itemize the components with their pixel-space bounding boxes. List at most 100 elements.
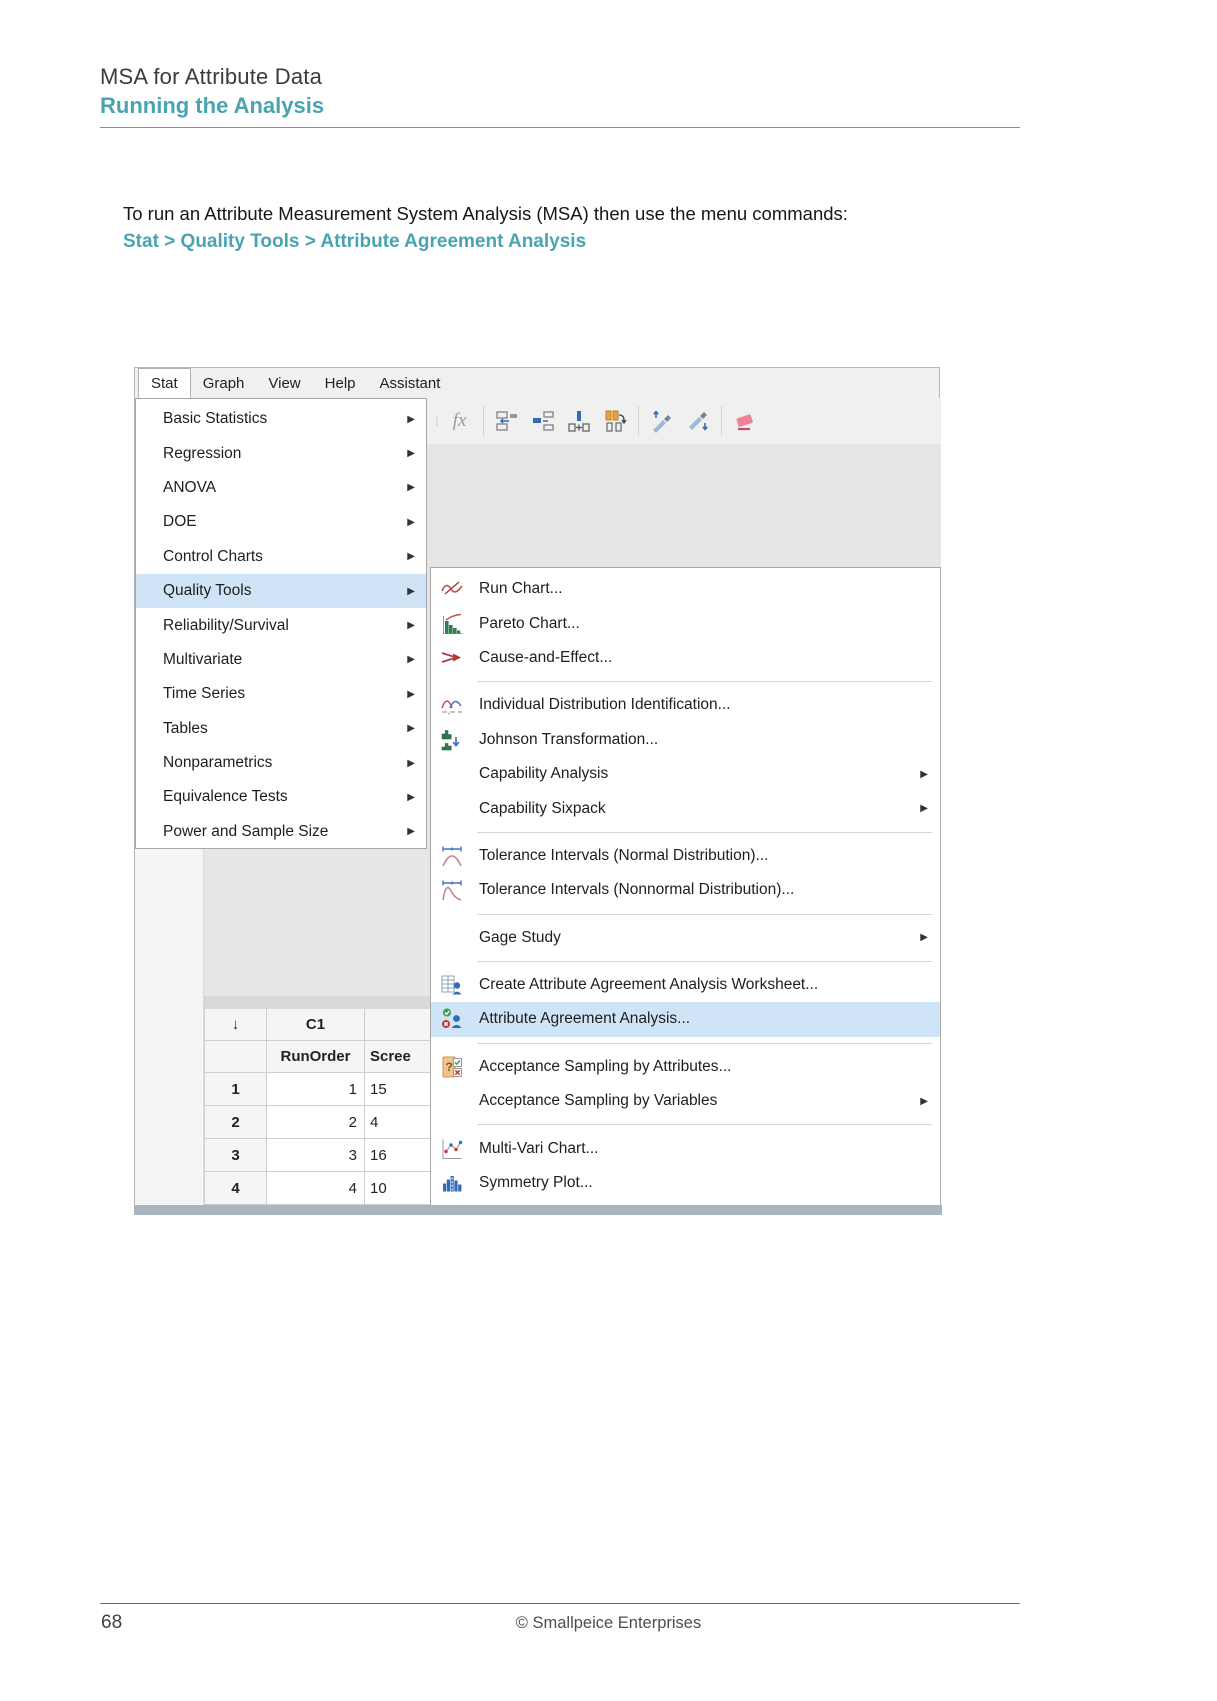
submenu-arrow-icon: ▶ — [407, 620, 415, 632]
pareto-chart-icon — [439, 611, 465, 636]
stat-menu-item-basic-statistics[interactable]: Basic Statistics ▶ — [136, 402, 426, 436]
menu-help[interactable]: Help — [313, 368, 368, 398]
individual-distribution-icon — [439, 693, 465, 718]
toolbar: ⁞ fx — [427, 398, 941, 444]
row-number[interactable]: 4 — [204, 1172, 267, 1205]
menu-item-multi-vari-chart[interactable]: Multi-Vari Chart... — [431, 1131, 940, 1165]
menu-item-symmetry-plot[interactable]: Symmetry Plot... — [431, 1166, 940, 1200]
stat-dropdown-menu: Basic Statistics ▶ Regression ▶ ANOVA ▶ DOE… — [135, 398, 427, 849]
stat-menu-item-time-series[interactable]: Time Series ▶ — [136, 677, 426, 711]
attribute-agreement-icon — [439, 1007, 465, 1032]
menu-separator — [477, 1124, 932, 1126]
cell-runorder[interactable]: 3 — [267, 1139, 365, 1172]
menu-view[interactable]: View — [256, 368, 312, 398]
stat-menu-item-tables[interactable]: Tables ▶ — [136, 712, 426, 746]
worksheet-top-band — [204, 996, 445, 1009]
tolerance-intervals-normal-icon — [439, 843, 465, 868]
recode-columns-icon[interactable] — [494, 408, 520, 434]
stat-menu-item-doe[interactable]: DOE ▶ — [136, 505, 426, 539]
submenu-arrow-icon: ▶ — [407, 482, 415, 494]
row-number[interactable]: 2 — [204, 1106, 267, 1139]
table-row: 4 4 10 — [204, 1172, 445, 1205]
menu-item-cause-and-effect[interactable]: Cause-and-Effect... — [431, 641, 940, 675]
format-brush-up-icon[interactable] — [649, 408, 675, 434]
menu-item-run-chart[interactable]: Run Chart... — [431, 572, 940, 606]
menu-item-create-attribute-agreement-analysis-worksheet[interactable]: Create Attribute Agreement Analysis Work… — [431, 968, 940, 1002]
submenu-arrow-icon: ▶ — [407, 448, 415, 460]
cell-runorder[interactable]: 2 — [267, 1106, 365, 1139]
function-fx-icon[interactable]: fx — [447, 408, 473, 434]
menu-graph[interactable]: Graph — [191, 368, 257, 398]
worksheet-data: 1 1 15 2 2 4 3 3 16 4 4 10 — [204, 1073, 445, 1205]
stat-menu-item-nonparametrics[interactable]: Nonparametrics ▶ — [136, 746, 426, 780]
stat-menu-item-multivariate[interactable]: Multivariate ▶ — [136, 643, 426, 677]
menu-item-capability-analysis[interactable]: Capability Analysis ▶ — [431, 757, 940, 791]
screenshot-bottom-strip — [134, 1205, 942, 1215]
menu-separator — [477, 913, 932, 915]
table-row: 1 1 15 — [204, 1073, 445, 1106]
eraser-icon[interactable] — [732, 408, 758, 434]
insert-column-icon[interactable] — [566, 408, 592, 434]
worksheet-pointer-cell[interactable]: ↓ — [204, 1009, 267, 1041]
menu-item-acceptance-sampling-by-variables[interactable]: Acceptance Sampling by Variables ▶ — [431, 1084, 940, 1118]
submenu-arrow-icon: ▶ — [920, 768, 928, 780]
toolbar-separator — [720, 406, 722, 436]
row-number[interactable]: 3 — [204, 1139, 267, 1172]
submenu-arrow-icon: ▶ — [920, 932, 928, 944]
acceptance-sampling-attributes-icon: ? — [439, 1054, 465, 1079]
column-id-c1[interactable]: C1 — [267, 1009, 365, 1041]
menu-item-attribute-agreement-analysis[interactable]: Attribute Agreement Analysis... — [431, 1002, 940, 1037]
submenu-arrow-icon: ▶ — [407, 413, 415, 425]
menu-item-capability-sixpack[interactable]: Capability Sixpack ▶ — [431, 791, 940, 825]
menu-separator — [477, 681, 932, 683]
menu-stat[interactable]: Stat — [138, 368, 191, 398]
menu-separator — [477, 1042, 932, 1044]
cause-and-effect-icon — [439, 645, 465, 670]
format-brush-down-icon[interactable] — [685, 408, 711, 434]
worksheet: ↓ C1 RunOrder Scree 1 1 15 2 2 4 3 3 16 … — [204, 996, 445, 1205]
menu-item-tolerance-intervals-nonnormal[interactable]: Tolerance Intervals (Nonnormal Distribut… — [431, 873, 940, 907]
menu-bar: Stat Graph View Help Assistant — [135, 368, 939, 398]
table-row: 2 2 4 — [204, 1106, 445, 1139]
submenu-arrow-icon: ▶ — [407, 654, 415, 666]
submenu-arrow-icon: ▶ — [407, 516, 415, 528]
cell-runorder[interactable]: 1 — [267, 1073, 365, 1106]
column-name-runorder[interactable]: RunOrder — [267, 1041, 365, 1073]
table-row: 3 3 16 — [204, 1139, 445, 1172]
submenu-arrow-icon: ▶ — [407, 585, 415, 597]
stat-menu-item-regression[interactable]: Regression ▶ — [136, 436, 426, 470]
toolbar-separator — [637, 406, 639, 436]
submenu-arrow-icon: ▶ — [407, 723, 415, 735]
cell-runorder[interactable]: 4 — [267, 1172, 365, 1205]
page-subtitle: Running the Analysis — [100, 93, 325, 118]
menu-item-gage-study[interactable]: Gage Study ▶ — [431, 921, 940, 955]
worksheet-left-gutter — [135, 849, 204, 1206]
stat-menu-item-reliability-survival[interactable]: Reliability/Survival ▶ — [136, 608, 426, 642]
merge-columns-icon[interactable] — [530, 408, 556, 434]
toolbar-grip-icon: ⁞ — [435, 413, 438, 429]
menu-item-individual-distribution-identification[interactable]: Individual Distribution Identification..… — [431, 688, 940, 722]
stat-menu-item-quality-tools[interactable]: Quality Tools ▶ — [136, 573, 426, 609]
menu-item-acceptance-sampling-by-attributes[interactable]: ? Acceptance Sampling by Attributes... — [431, 1050, 940, 1084]
corner-cell[interactable] — [204, 1041, 267, 1073]
stat-menu-item-anova[interactable]: ANOVA ▶ — [136, 471, 426, 505]
submenu-arrow-icon: ▶ — [407, 551, 415, 563]
stat-menu-item-control-charts[interactable]: Control Charts ▶ — [136, 540, 426, 574]
submenu-arrow-icon: ▶ — [407, 757, 415, 769]
svg-text:?: ? — [446, 1060, 453, 1074]
menu-item-pareto-chart[interactable]: Pareto Chart... — [431, 606, 940, 640]
menu-item-tolerance-intervals-normal[interactable]: Tolerance Intervals (Normal Distribution… — [431, 839, 940, 873]
stat-menu-item-power-and-sample-size[interactable]: Power and Sample Size ▶ — [136, 815, 426, 849]
menu-assistant[interactable]: Assistant — [368, 368, 453, 398]
copyright: © Smallpeice Enterprises — [515, 1614, 702, 1632]
worksheet-header-row: ↓ C1 — [204, 1009, 445, 1041]
row-number[interactable]: 1 — [204, 1073, 267, 1106]
run-chart-icon — [439, 577, 465, 602]
copy-column-icon[interactable] — [602, 408, 628, 434]
submenu-arrow-icon: ▶ — [407, 826, 415, 838]
stat-menu-item-equivalence-tests[interactable]: Equivalence Tests ▶ — [136, 780, 426, 814]
submenu-arrow-icon: ▶ — [920, 1095, 928, 1107]
document-page: MSA for Attribute Data Running the Analy… — [0, 0, 1217, 1701]
johnson-transformation-icon — [439, 727, 465, 752]
menu-item-johnson-transformation[interactable]: Johnson Transformation... — [431, 723, 940, 757]
